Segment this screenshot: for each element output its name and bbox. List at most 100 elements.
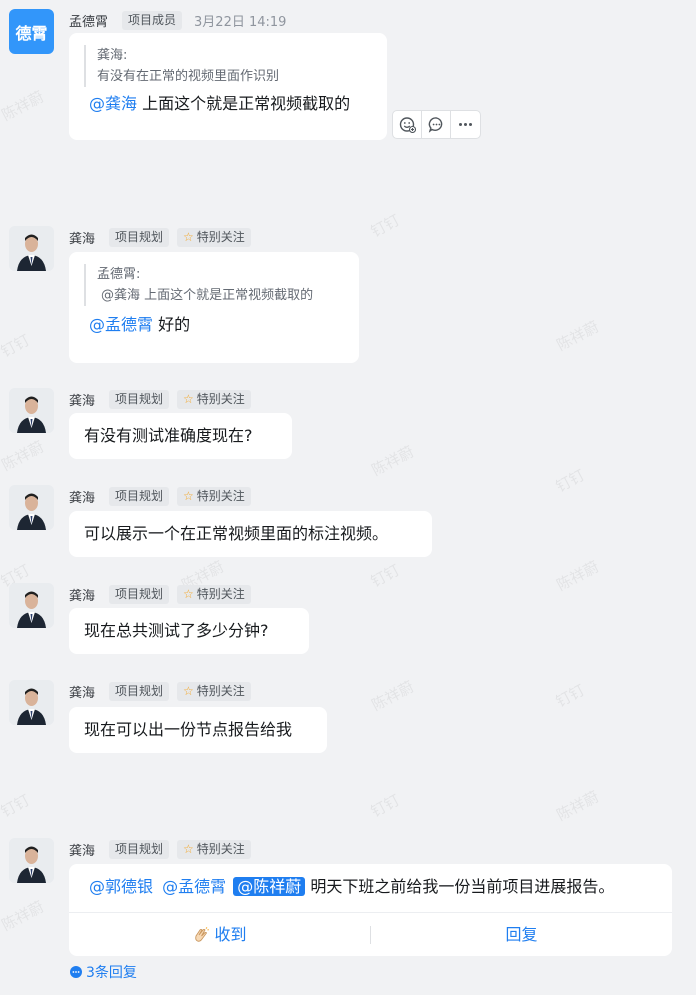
quote-author: 龚海: — [97, 48, 128, 63]
special-follow-label: 特别关注 — [196, 229, 245, 244]
message-bubble[interactable]: 孟德霄: @龚海 上面这个就是正常视频截取的 @孟德霄 好的 — [69, 252, 359, 363]
thread-replies-label: 3条回复 — [86, 965, 137, 981]
role-tag: 项目规划 — [109, 486, 170, 506]
special-follow-label: 特别关注 — [196, 391, 245, 406]
message-bubble[interactable]: 可以展示一个在正常视频里面的标注视频。 — [69, 511, 432, 557]
clap-icon — [192, 926, 210, 944]
more-icon[interactable] — [451, 111, 480, 138]
role-tag: 项目规划 — [109, 681, 170, 701]
watermark: 陈祥蔚 — [0, 87, 47, 125]
star-icon: ☆ — [183, 488, 194, 503]
special-follow-label: 特别关注 — [196, 586, 245, 601]
sender-name[interactable]: 龚海 — [69, 682, 95, 701]
message-bubble[interactable]: 现在总共测试了多少分钟? — [69, 608, 309, 654]
reply-label: 回复 — [505, 924, 538, 944]
watermark: 钉钉 — [0, 790, 33, 821]
message-bubble[interactable]: 龚海: 有没有在正常的视频里面作识别 @龚海 上面这个就是正常视频截取的 — [69, 33, 387, 140]
avatar[interactable] — [9, 680, 54, 725]
special-follow-badge: ☆ 特别关注 — [177, 584, 251, 604]
emoji-reaction-icon[interactable] — [393, 111, 422, 138]
sender-name[interactable]: 孟德霄 — [69, 11, 108, 30]
avatar[interactable] — [9, 388, 54, 433]
role-tag: 项目规划 — [109, 389, 170, 409]
sender-name[interactable]: 龚海 — [69, 585, 95, 604]
message-action-bar — [392, 110, 481, 139]
received-button[interactable]: 收到 — [69, 924, 370, 946]
watermark: 陈祥蔚 — [0, 437, 47, 475]
received-label: 收到 — [214, 924, 247, 944]
watermark: 陈祥蔚 — [553, 317, 602, 355]
watermark: 陈祥蔚 — [553, 787, 602, 825]
mention-link[interactable]: @龚海 — [89, 94, 137, 113]
message-body: 现在总共测试了多少分钟? — [84, 621, 269, 640]
avatar[interactable] — [9, 485, 54, 530]
message-bubble[interactable]: @郭德银 @孟德霄 @陈祥蔚 明天下班之前给我一份当前项目进展报告。 收到 回复 — [69, 864, 672, 956]
chat-message-list[interactable]: 陈祥蔚 钉钉 陈祥蔚 陈祥蔚 钉钉 陈祥蔚 陈祥蔚 钉钉 陈祥蔚 陈祥蔚 钉钉 … — [0, 0, 696, 995]
mention-link[interactable]: @孟德霄 — [89, 315, 153, 334]
mention-link[interactable]: @郭德银 — [89, 877, 153, 896]
star-icon: ☆ — [183, 586, 194, 601]
mention-link[interactable]: @孟德霄 — [162, 877, 226, 896]
message-body: 明天下班之前给我一份当前项目进展报告。 — [305, 877, 615, 896]
message-body: 现在可以出一份节点报告给我 — [84, 720, 293, 739]
watermark: 钉钉 — [367, 560, 403, 591]
sender-name[interactable]: 龚海 — [69, 228, 95, 247]
sender-name[interactable]: 龚海 — [69, 840, 95, 859]
role-tag: 项目成员 — [122, 10, 183, 30]
message-text: @孟德霄 好的 — [69, 306, 359, 336]
sender-name[interactable]: 龚海 — [69, 390, 95, 409]
mention-self[interactable]: @陈祥蔚 — [233, 877, 306, 896]
avatar[interactable]: 德霄 — [9, 9, 54, 54]
receipt-card-footer: 收到 回复 — [69, 912, 672, 956]
star-icon: ☆ — [183, 229, 194, 244]
thread-icon — [69, 965, 83, 979]
watermark: 陈祥蔚 — [368, 442, 417, 480]
message-meta: 龚海 项目规划 ☆ 特别关注 — [69, 226, 259, 248]
message-meta: 龚海 项目规划 ☆ 特别关注 — [69, 388, 259, 410]
message-meta: 孟德霄 项目成员 3月22日 14:19 — [69, 9, 286, 31]
message-bubble[interactable]: 现在可以出一份节点报告给我 — [69, 707, 327, 753]
message-time: 3月22日 14:19 — [194, 14, 287, 30]
star-icon: ☆ — [183, 841, 194, 856]
watermark: 钉钉 — [367, 790, 403, 821]
quote-text: 有没有在正常的视频里面作识别 — [97, 69, 280, 84]
quoted-message[interactable]: 龚海: 有没有在正常的视频里面作识别 — [84, 45, 387, 87]
special-follow-badge: ☆ 特别关注 — [177, 389, 251, 409]
special-follow-badge: ☆ 特别关注 — [177, 227, 251, 247]
quote-text: @龚海 上面这个就是正常视频截取的 — [101, 288, 314, 303]
role-tag: 项目规划 — [109, 584, 170, 604]
message-meta: 龚海 项目规划 ☆ 特别关注 — [69, 680, 259, 702]
comment-icon[interactable] — [422, 111, 451, 138]
watermark: 陈祥蔚 — [0, 897, 47, 935]
quoted-message[interactable]: 孟德霄: @龚海 上面这个就是正常视频截取的 — [84, 264, 359, 306]
thread-replies-link[interactable]: 3条回复 — [69, 962, 137, 982]
watermark: 钉钉 — [552, 465, 588, 496]
watermark: 陈祥蔚 — [368, 677, 417, 715]
role-tag: 项目规划 — [109, 839, 170, 859]
message-meta: 龚海 项目规划 ☆ 特别关注 — [69, 583, 259, 605]
avatar[interactable] — [9, 226, 54, 271]
reply-button[interactable]: 回复 — [371, 924, 672, 946]
watermark: 陈祥蔚 — [553, 557, 602, 595]
message-body: 可以展示一个在正常视频里面的标注视频。 — [84, 524, 389, 543]
watermark: 钉钉 — [367, 210, 403, 241]
avatar[interactable] — [9, 583, 54, 628]
star-icon: ☆ — [183, 391, 194, 406]
special-follow-badge: ☆ 特别关注 — [177, 839, 251, 859]
message-meta: 龚海 项目规划 ☆ 特别关注 — [69, 838, 259, 860]
avatar[interactable] — [9, 838, 54, 883]
star-icon: ☆ — [183, 683, 194, 698]
watermark: 钉钉 — [0, 330, 33, 361]
special-follow-label: 特别关注 — [196, 488, 245, 503]
special-follow-badge: ☆ 特别关注 — [177, 681, 251, 701]
special-follow-label: 特别关注 — [196, 841, 245, 856]
message-bubble[interactable]: 有没有测试准确度现在? — [69, 413, 292, 459]
role-tag: 项目规划 — [109, 227, 170, 247]
message-body: 有没有测试准确度现在? — [84, 426, 253, 445]
quote-author: 孟德霄: — [97, 267, 141, 282]
message-text: @龚海 上面这个就是正常视频截取的 — [69, 87, 387, 115]
message-body: 上面这个就是正常视频截取的 — [137, 94, 351, 113]
sender-name[interactable]: 龚海 — [69, 487, 95, 506]
special-follow-badge: ☆ 特别关注 — [177, 486, 251, 506]
special-follow-label: 特别关注 — [196, 683, 245, 698]
